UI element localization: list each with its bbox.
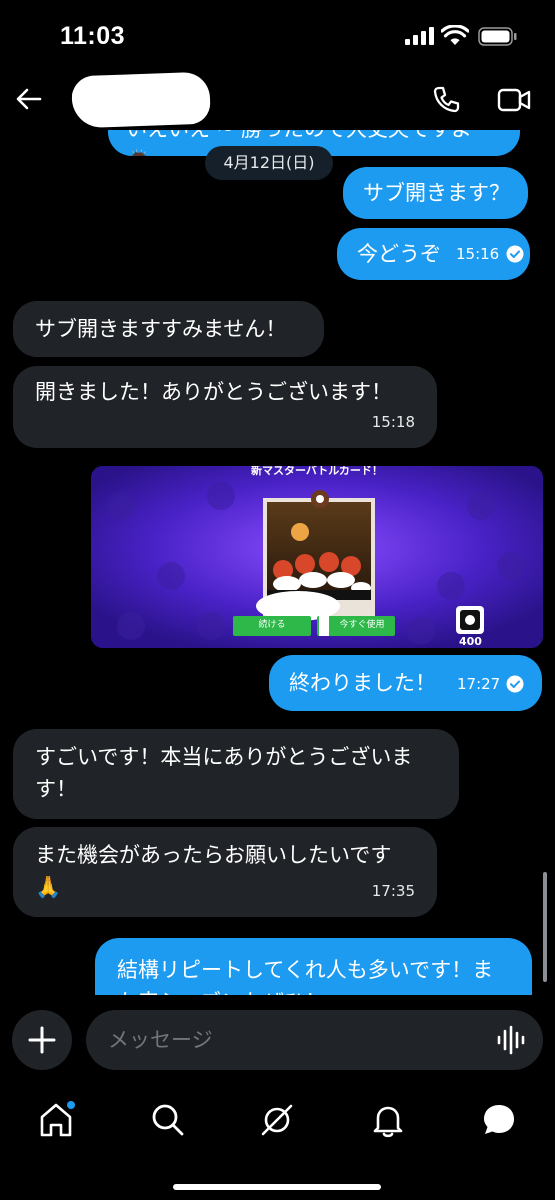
message-outgoing[interactable]: 結構リピートしてくれ人も多いです！ま た来シーズンもぜひ！ [95,938,532,995]
message-text-line: すごいです！本当にありがとうございま [35,745,413,769]
message-text: 終わりました！ [289,671,436,695]
phone-call-icon[interactable] [430,84,462,116]
message-incoming[interactable]: すごいです！本当にありがとうございま す！ [13,729,459,819]
back-arrow-icon[interactable] [14,84,44,114]
message-text-line: た来シーズンもぜひ！ [117,986,532,995]
redacted-contact-name[interactable] [71,71,211,129]
message-text-line: また機会があったらお願いしたいです [35,843,392,867]
battery-icon [478,27,517,46]
plus-icon [28,1026,56,1054]
message-composer: メッセージ [0,1000,555,1082]
notifications-bell-icon[interactable] [368,1100,408,1140]
search-icon[interactable] [148,1100,188,1140]
continue-button: 続ける [258,620,286,630]
messages-icon[interactable] [479,1100,519,1140]
message-incoming[interactable]: サブ開きますすみません！ [13,301,324,357]
message-text-line: す！ [35,777,77,801]
message-timestamp: 17:35 [371,882,415,900]
message-text: サブ開きますすみません！ [35,317,287,341]
message-text: サブ開きます？ [363,181,510,205]
read-check-icon [506,245,524,263]
message-text-line: 結構リピートしてくれ人も多いです！ま [117,958,494,982]
message-outgoing[interactable]: 終わりました！ 17:27 [269,655,542,711]
message-text: 今どうぞ [357,242,441,266]
image-message[interactable]: 新マスターバトルカード！ 続ける 今すぐ使用 400 [91,466,543,648]
grok-icon[interactable] [257,1100,297,1140]
home-icon[interactable] [36,1100,76,1140]
add-attachment-button[interactable] [12,1010,72,1070]
cellular-signal-icon [405,27,434,45]
message-incoming[interactable]: また機会があったらお願いしたいです 🙏 17:35 [13,827,437,917]
voice-message-icon[interactable] [497,1025,525,1055]
use-now-button: 今すぐ使用 [339,620,385,630]
bottom-tab-bar [0,1082,555,1200]
message-timestamp: 15:18 [371,413,415,431]
message-text: 開きました！ありがとうございます！ [35,380,392,404]
status-time: 11:03 [60,22,126,50]
message-input[interactable]: メッセージ [86,1010,543,1070]
message-timestamp: 15:16 [456,245,500,263]
scrollbar[interactable] [543,872,547,982]
wifi-icon [441,25,469,45]
video-call-icon[interactable] [497,86,531,114]
conversation-header [0,70,555,130]
message-outgoing[interactable]: サブ開きます？ [343,167,528,219]
read-check-icon [506,675,524,693]
message-input-placeholder: メッセージ [108,1028,213,1052]
message-outgoing[interactable]: 今どうぞ 15:16 [337,228,530,280]
home-indicator [173,1184,381,1190]
image-title: 新マスターバトルカード！ [251,466,383,477]
date-separator: 4月12日(日) [205,146,333,180]
card-count: 400 [459,635,482,648]
message-incoming[interactable]: 開きました！ありがとうございます！ 15:18 [13,366,437,448]
message-timestamp: 17:27 [457,675,501,693]
message-list[interactable]: いえいえ ~ 勝ったので大丈夫ですよ 🙇 4月12日(日) サブ開きます？ 今ど… [0,110,555,995]
emoji-icon: 🙇 [126,149,152,156]
status-bar: 11:03 [0,0,555,70]
game-screenshot-image [91,466,543,648]
